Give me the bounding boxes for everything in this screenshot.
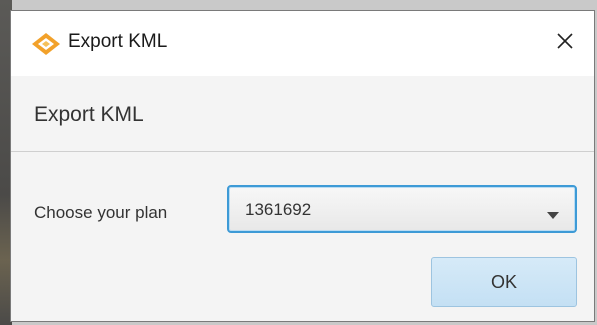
dialog-header: Export KML (11, 76, 594, 152)
plan-select[interactable]: 1361692 (227, 185, 577, 233)
close-icon (556, 32, 574, 55)
title-bar: Export KML (11, 11, 594, 76)
window-title: Export KML (68, 31, 168, 52)
dialog-content: Choose your plan 1361692 OK (11, 152, 594, 321)
chevron-down-icon (547, 207, 559, 219)
plan-label: Choose your plan (34, 203, 168, 222)
header-title: Export KML (34, 103, 144, 126)
ok-button[interactable]: OK (431, 257, 577, 307)
diamond-logo-icon (31, 32, 61, 56)
plan-select-value: 1361692 (245, 200, 312, 219)
export-kml-dialog: Export KML Export KML Choose your plan 1… (10, 10, 595, 322)
close-button[interactable] (536, 11, 594, 76)
